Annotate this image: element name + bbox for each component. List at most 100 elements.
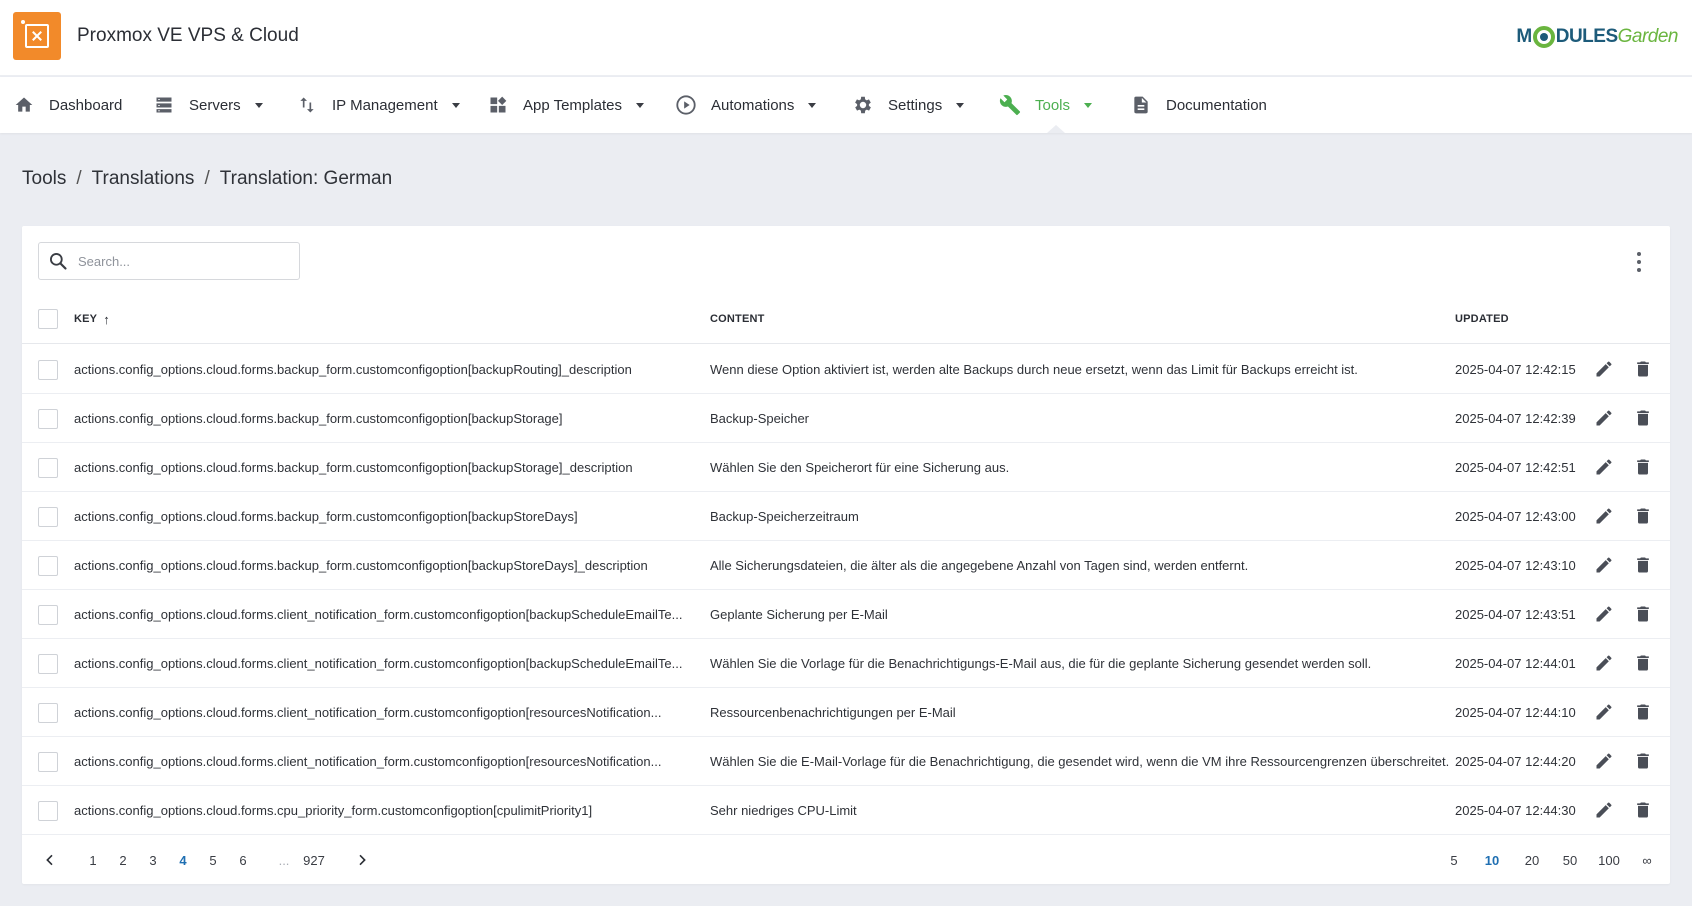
page-number[interactable]: 2 <box>115 836 131 884</box>
per-page-option[interactable]: 20 <box>1518 836 1546 884</box>
translations-card: KEY ↑ CONTENT UPDATED actions.config_opt… <box>22 226 1670 884</box>
per-page-option[interactable]: 50 <box>1556 836 1584 884</box>
nav-dashboard[interactable]: Dashboard <box>13 77 122 133</box>
more-options-icon[interactable] <box>1636 252 1642 272</box>
per-page-option[interactable]: ∞ <box>1633 836 1661 884</box>
column-updated[interactable]: UPDATED <box>1455 294 1595 344</box>
row-checkbox-cell <box>38 688 58 737</box>
row-key: actions.config_options.cloud.forms.backu… <box>74 558 648 573</box>
per-page-option[interactable]: 5 <box>1440 836 1468 884</box>
delete-icon[interactable] <box>1633 800 1655 822</box>
nav-app-templates[interactable]: App Templates <box>487 77 644 133</box>
row-updated: 2025-04-07 12:43:10 <box>1455 558 1576 573</box>
edit-icon[interactable] <box>1594 506 1616 528</box>
document-icon <box>1130 94 1152 116</box>
edit-icon[interactable] <box>1594 702 1616 724</box>
edit-icon[interactable] <box>1594 457 1616 479</box>
row-checkbox[interactable] <box>38 457 58 478</box>
chevron-down-icon <box>451 102 460 108</box>
chevron-down-icon <box>808 102 817 108</box>
row-key: actions.config_options.cloud.forms.backu… <box>74 411 563 426</box>
row-delete-cell <box>1632 394 1656 443</box>
nav-ip-management[interactable]: IP Management <box>296 77 460 133</box>
edit-icon[interactable] <box>1594 359 1616 381</box>
row-checkbox[interactable] <box>38 359 58 380</box>
per-page-option[interactable]: 100 <box>1595 836 1623 884</box>
app-logo-icon[interactable] <box>13 12 61 60</box>
nav-settings[interactable]: Settings <box>852 77 965 133</box>
edit-icon[interactable] <box>1594 800 1616 822</box>
page-number[interactable]: 6 <box>235 836 251 884</box>
breadcrumb: Tools / Translations / Translation: Germ… <box>22 168 392 190</box>
delete-icon[interactable] <box>1633 408 1655 430</box>
page-number[interactable]: 5 <box>205 836 221 884</box>
table-row[interactable]: actions.config_options.cloud.forms.clien… <box>22 590 1670 639</box>
row-checkbox[interactable] <box>38 653 58 674</box>
row-checkbox[interactable] <box>38 506 58 527</box>
delete-icon[interactable] <box>1633 702 1655 724</box>
edit-icon[interactable] <box>1594 408 1616 430</box>
nav-tools[interactable]: Tools <box>999 77 1093 133</box>
row-checkbox[interactable] <box>38 751 58 772</box>
row-checkbox[interactable] <box>38 408 58 429</box>
page-number[interactable]: 4 <box>175 836 191 884</box>
top-bar: Proxmox VE VPS & Cloud M DULES Garden <box>0 0 1692 76</box>
breadcrumb-separator: / <box>204 168 210 189</box>
row-edit-cell <box>1593 590 1617 639</box>
edit-icon[interactable] <box>1594 653 1616 675</box>
row-content: Ressourcenbenachrichtigungen per E-Mail <box>710 705 956 720</box>
row-checkbox[interactable] <box>38 555 58 576</box>
column-key[interactable]: KEY ↑ <box>74 294 714 344</box>
table-row[interactable]: actions.config_options.cloud.forms.backu… <box>22 394 1670 443</box>
row-checkbox-cell <box>38 345 58 394</box>
row-key: actions.config_options.cloud.forms.backu… <box>74 460 633 475</box>
edit-icon[interactable] <box>1594 751 1616 773</box>
page-number[interactable]: 3 <box>145 836 161 884</box>
edit-icon[interactable] <box>1594 604 1616 626</box>
modulesgarden-logo[interactable]: M DULES Garden <box>1516 22 1679 52</box>
breadcrumb-translations[interactable]: Translations <box>92 168 195 190</box>
row-checkbox-cell <box>38 639 58 688</box>
nav-documentation[interactable]: Documentation <box>1130 77 1267 133</box>
delete-icon[interactable] <box>1633 653 1655 675</box>
column-content[interactable]: CONTENT <box>710 294 1460 344</box>
column-updated-label: UPDATED <box>1455 313 1509 325</box>
previous-page-icon[interactable] <box>40 836 60 884</box>
delete-icon[interactable] <box>1633 604 1655 626</box>
delete-icon[interactable] <box>1633 457 1655 479</box>
table-row[interactable]: actions.config_options.cloud.forms.clien… <box>22 737 1670 786</box>
table-row[interactable]: actions.config_options.cloud.forms.clien… <box>22 688 1670 737</box>
row-delete-cell <box>1632 443 1656 492</box>
page-number[interactable]: 1 <box>85 836 101 884</box>
per-page-option[interactable]: 10 <box>1478 836 1506 884</box>
search-input[interactable] <box>78 253 278 269</box>
row-checkbox[interactable] <box>38 604 58 625</box>
breadcrumb-tools[interactable]: Tools <box>22 168 66 190</box>
delete-icon[interactable] <box>1633 555 1655 577</box>
table-row[interactable]: actions.config_options.cloud.forms.backu… <box>22 443 1670 492</box>
table-row[interactable]: actions.config_options.cloud.forms.cpu_p… <box>22 786 1670 835</box>
row-checkbox[interactable] <box>38 702 58 723</box>
nav-label: Tools <box>1035 96 1071 114</box>
edit-icon[interactable] <box>1594 555 1616 577</box>
page-number[interactable]: 927 <box>294 836 334 884</box>
table-row[interactable]: actions.config_options.cloud.forms.backu… <box>22 541 1670 590</box>
delete-icon[interactable] <box>1633 506 1655 528</box>
table-row[interactable]: actions.config_options.cloud.forms.clien… <box>22 639 1670 688</box>
row-content: Wenn diese Option aktiviert ist, werden … <box>710 362 1358 377</box>
nav-automations[interactable]: Automations <box>675 77 817 133</box>
nav-servers[interactable]: Servers <box>153 77 263 133</box>
select-all-checkbox[interactable] <box>38 309 58 329</box>
row-key: actions.config_options.cloud.forms.clien… <box>74 607 683 622</box>
row-key: actions.config_options.cloud.forms.backu… <box>74 509 578 524</box>
next-page-icon[interactable] <box>352 836 372 884</box>
delete-icon[interactable] <box>1633 751 1655 773</box>
breadcrumb-separator: / <box>76 168 82 189</box>
row-checkbox-cell <box>38 737 58 786</box>
table-row[interactable]: actions.config_options.cloud.forms.backu… <box>22 492 1670 541</box>
chevron-down-icon <box>254 102 263 108</box>
row-edit-cell <box>1593 786 1617 835</box>
table-row[interactable]: actions.config_options.cloud.forms.backu… <box>22 345 1670 394</box>
row-checkbox[interactable] <box>38 800 58 821</box>
delete-icon[interactable] <box>1633 359 1655 381</box>
